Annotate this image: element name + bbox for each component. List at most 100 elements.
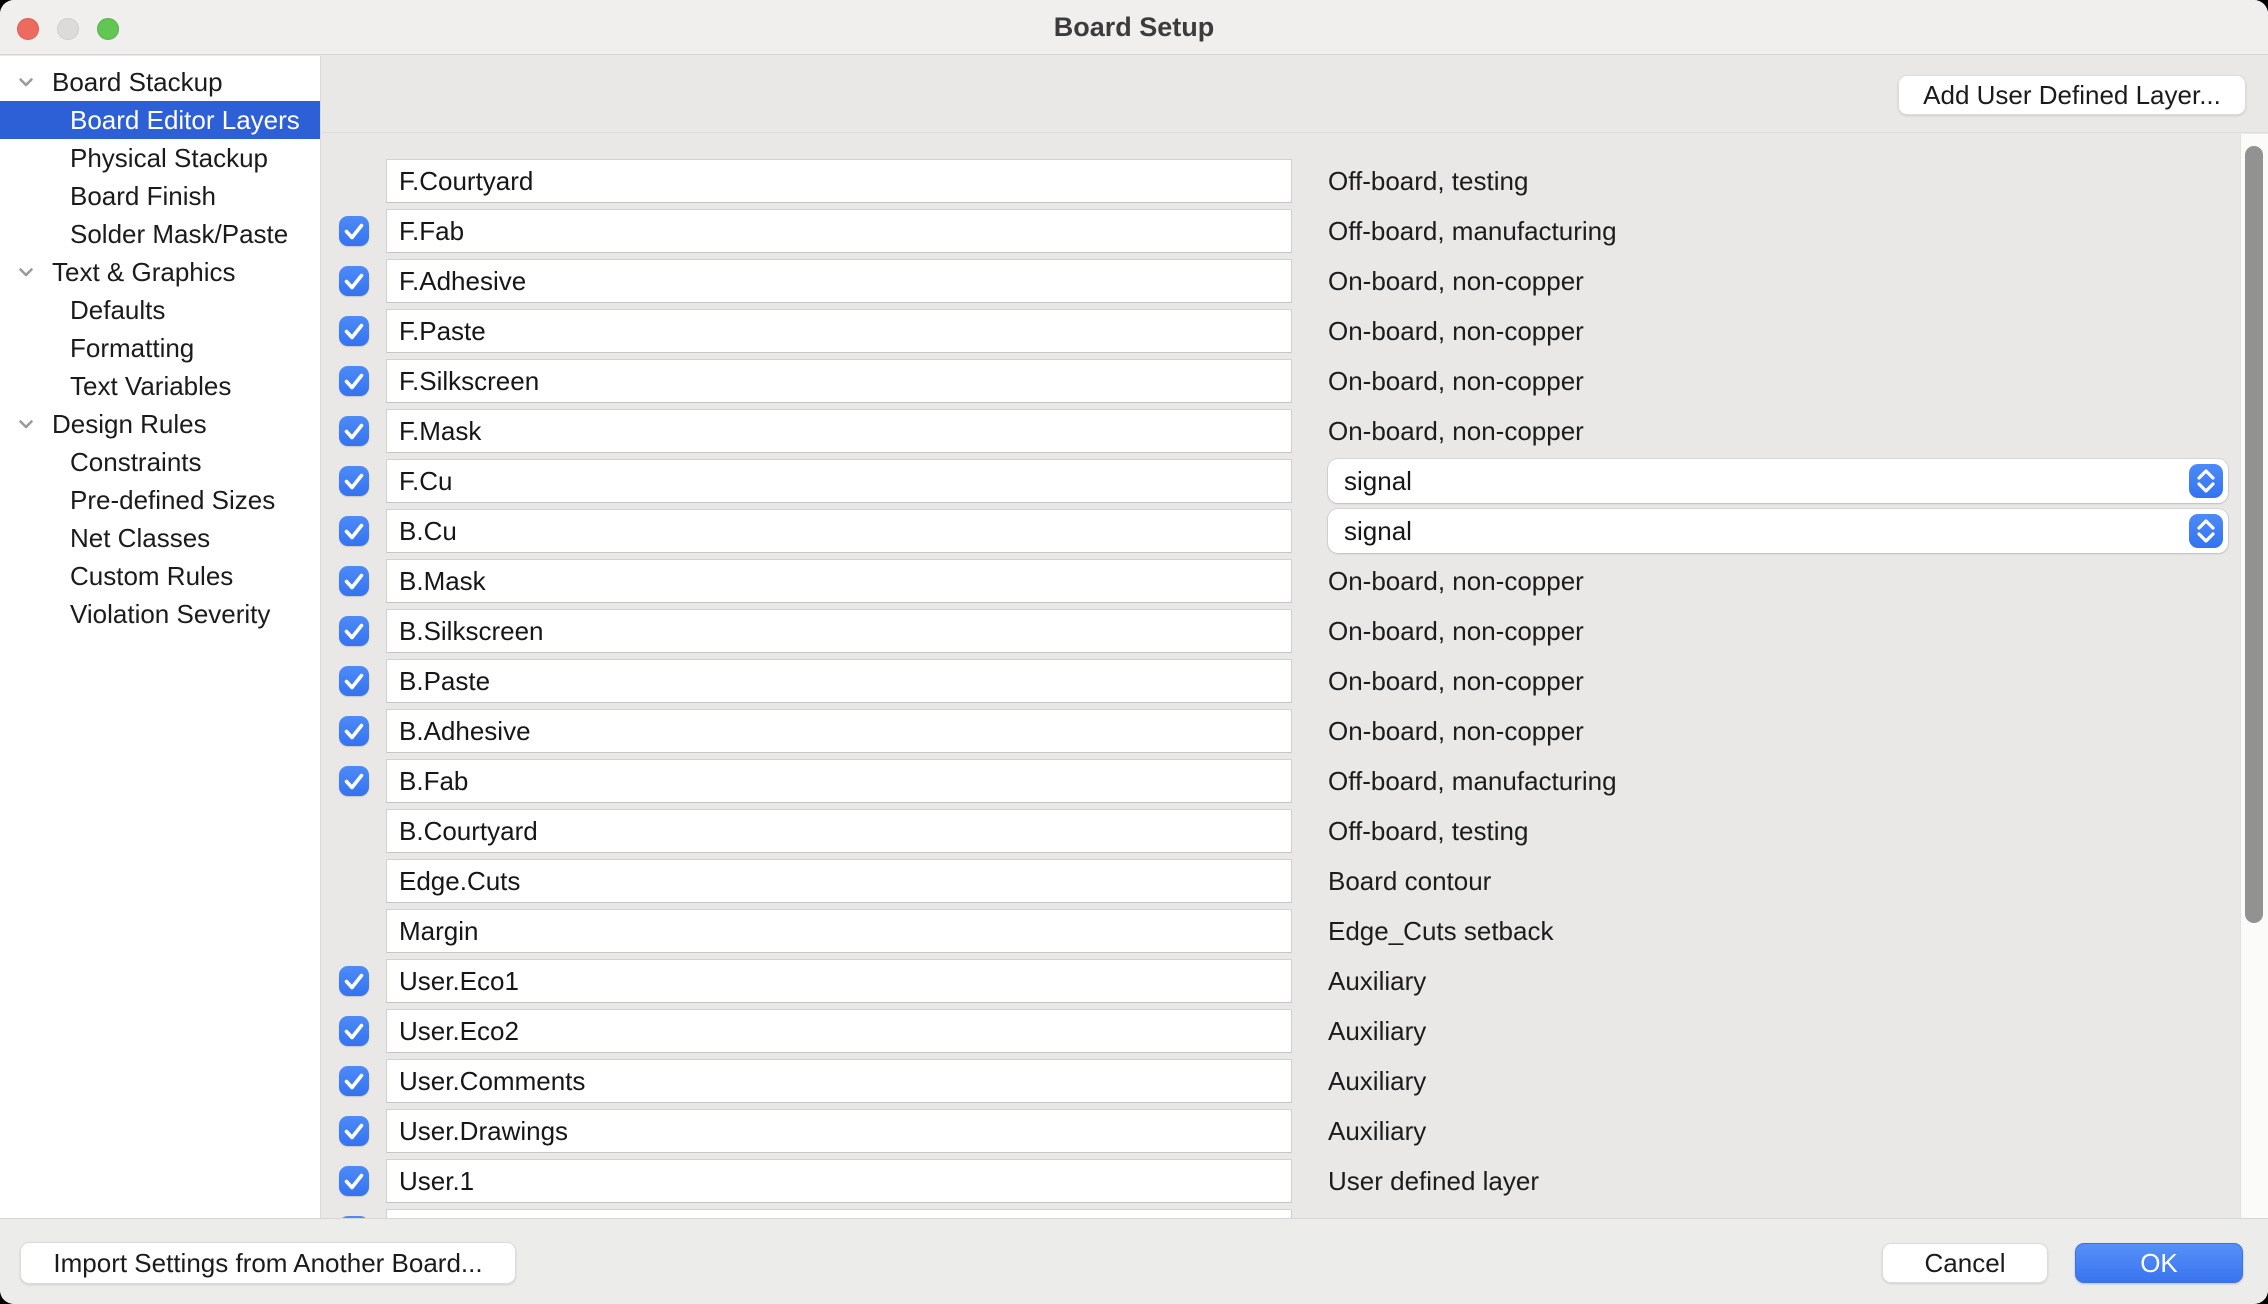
layer-enabled-checkbox[interactable] [339,366,369,396]
ok-button[interactable]: OK [2075,1243,2243,1283]
checkmark-icon [339,1166,369,1196]
content-header: Add User Defined Layer... [322,56,2268,133]
layer-name-input[interactable] [386,859,1292,903]
sidebar-item-label: Custom Rules [70,561,233,592]
layer-name-input[interactable] [386,1109,1292,1153]
sidebar-item-physical-stackup[interactable]: Physical Stackup [0,139,320,177]
layer-list: Off-board, testing Off-board, manufactur… [322,134,2240,1218]
layer-type-label: Board contour [1328,866,1491,897]
layer-row-f-courtyard: Off-board, testing [322,156,2240,206]
layer-name-input[interactable] [386,259,1292,303]
layer-name-input[interactable] [386,959,1292,1003]
scrollbar-track[interactable] [2240,134,2268,1218]
layer-name-input[interactable] [386,159,1292,203]
layer-enabled-checkbox[interactable] [339,716,369,746]
layer-name-input[interactable] [386,509,1292,553]
import-settings-button[interactable]: Import Settings from Another Board... [20,1242,516,1284]
layer-enabled-checkbox[interactable] [339,616,369,646]
checkmark-icon [339,216,369,246]
layer-type-dropdown[interactable]: signal [1328,459,2228,503]
layer-name-input[interactable] [386,809,1292,853]
layer-row-f-silkscreen: On-board, non-copper [322,356,2240,406]
chevron-down-icon[interactable] [14,70,38,94]
sidebar-item-formatting[interactable]: Formatting [0,329,320,367]
layer-type-label: Auxiliary [1328,966,1426,997]
layer-row-user-1: User defined layer [322,1156,2240,1206]
checkmark-icon [339,616,369,646]
layer-row-f-mask: On-board, non-copper [322,406,2240,456]
window-title: Board Setup [0,0,2268,55]
layer-type-dropdown[interactable]: signal [1328,509,2228,553]
layer-enabled-checkbox[interactable] [339,316,369,346]
sidebar-item-label: Formatting [70,333,194,364]
sidebar-item-label: Constraints [70,447,202,478]
layer-enabled-checkbox[interactable] [339,1166,369,1196]
sidebar-item-constraints[interactable]: Constraints [0,443,320,481]
layer-name-input[interactable] [386,659,1292,703]
layer-name-input[interactable] [386,359,1292,403]
sidebar-item-defaults[interactable]: Defaults [0,291,320,329]
layer-enabled-checkbox[interactable] [339,466,369,496]
scrollbar-thumb[interactable] [2245,146,2263,923]
layer-enabled-checkbox[interactable] [339,966,369,996]
layer-type-label: Auxiliary [1328,1116,1426,1147]
sidebar-item-text-variables[interactable]: Text Variables [0,367,320,405]
layer-enabled-checkbox[interactable] [339,416,369,446]
sidebar-item-board-editor-layers[interactable]: Board Editor Layers [0,101,320,139]
layer-enabled-checkbox[interactable] [339,216,369,246]
layer-enabled-checkbox[interactable] [339,566,369,596]
checkmark-icon [339,366,369,396]
layer-name-input[interactable] [386,1059,1292,1103]
checkmark-icon [339,1016,369,1046]
cancel-button[interactable]: Cancel [1882,1243,2048,1283]
layer-name-input[interactable] [386,759,1292,803]
layer-type-label: On-board, non-copper [1328,266,1584,297]
layer-name-input[interactable] [386,709,1292,753]
layer-enabled-checkbox[interactable] [339,766,369,796]
layer-name-input[interactable] [386,559,1292,603]
layer-name-input[interactable] [386,909,1292,953]
layer-type-label: On-board, non-copper [1328,416,1584,447]
checkmark-icon [339,466,369,496]
layer-name-input[interactable] [386,309,1292,353]
sidebar-item-label: Violation Severity [70,599,270,630]
sidebar-item-pre-defined-sizes[interactable]: Pre-defined Sizes [0,481,320,519]
main-panel: Add User Defined Layer... Off-board, tes… [322,56,2268,1218]
layer-enabled-checkbox[interactable] [339,666,369,696]
layer-enabled-checkbox[interactable] [339,516,369,546]
chevron-down-icon[interactable] [14,412,38,436]
sidebar-item-custom-rules[interactable]: Custom Rules [0,557,320,595]
sidebar-item-violation-severity[interactable]: Violation Severity [0,595,320,633]
layer-row-b-mask: On-board, non-copper [322,556,2240,606]
dropdown-stepper-icon [2189,464,2223,498]
sidebar-item-label: Design Rules [52,409,207,440]
layer-row-user-eco2: Auxiliary [322,1006,2240,1056]
layer-name-input[interactable] [386,1159,1292,1203]
layer-name-input[interactable] [386,209,1292,253]
titlebar: Board Setup [0,0,2268,55]
sidebar-item-design-rules[interactable]: Design Rules [0,405,320,443]
layer-type-label: On-board, non-copper [1328,316,1584,347]
checkmark-icon [339,766,369,796]
layer-type-label: Off-board, manufacturing [1328,216,1617,247]
checkmark-icon [339,716,369,746]
layer-name-input[interactable] [386,1009,1292,1053]
layer-name-input[interactable] [386,1209,1292,1218]
sidebar-item-label: Solder Mask/Paste [70,219,288,250]
add-user-defined-layer-button[interactable]: Add User Defined Layer... [1898,75,2246,115]
layer-name-input[interactable] [386,459,1292,503]
sidebar-item-board-stackup[interactable]: Board Stackup [0,63,320,101]
sidebar-item-text-graphics[interactable]: Text & Graphics [0,253,320,291]
sidebar-item-solder-mask-paste[interactable]: Solder Mask/Paste [0,215,320,253]
layer-name-input[interactable] [386,609,1292,653]
layer-enabled-checkbox[interactable] [339,1116,369,1146]
layer-row-user-drawings: Auxiliary [322,1106,2240,1156]
sidebar-item-net-classes[interactable]: Net Classes [0,519,320,557]
chevron-down-icon[interactable] [14,260,38,284]
layer-enabled-checkbox[interactable] [339,266,369,296]
layer-name-input[interactable] [386,409,1292,453]
checkmark-icon [339,966,369,996]
sidebar-item-board-finish[interactable]: Board Finish [0,177,320,215]
layer-enabled-checkbox[interactable] [339,1016,369,1046]
layer-enabled-checkbox[interactable] [339,1066,369,1096]
